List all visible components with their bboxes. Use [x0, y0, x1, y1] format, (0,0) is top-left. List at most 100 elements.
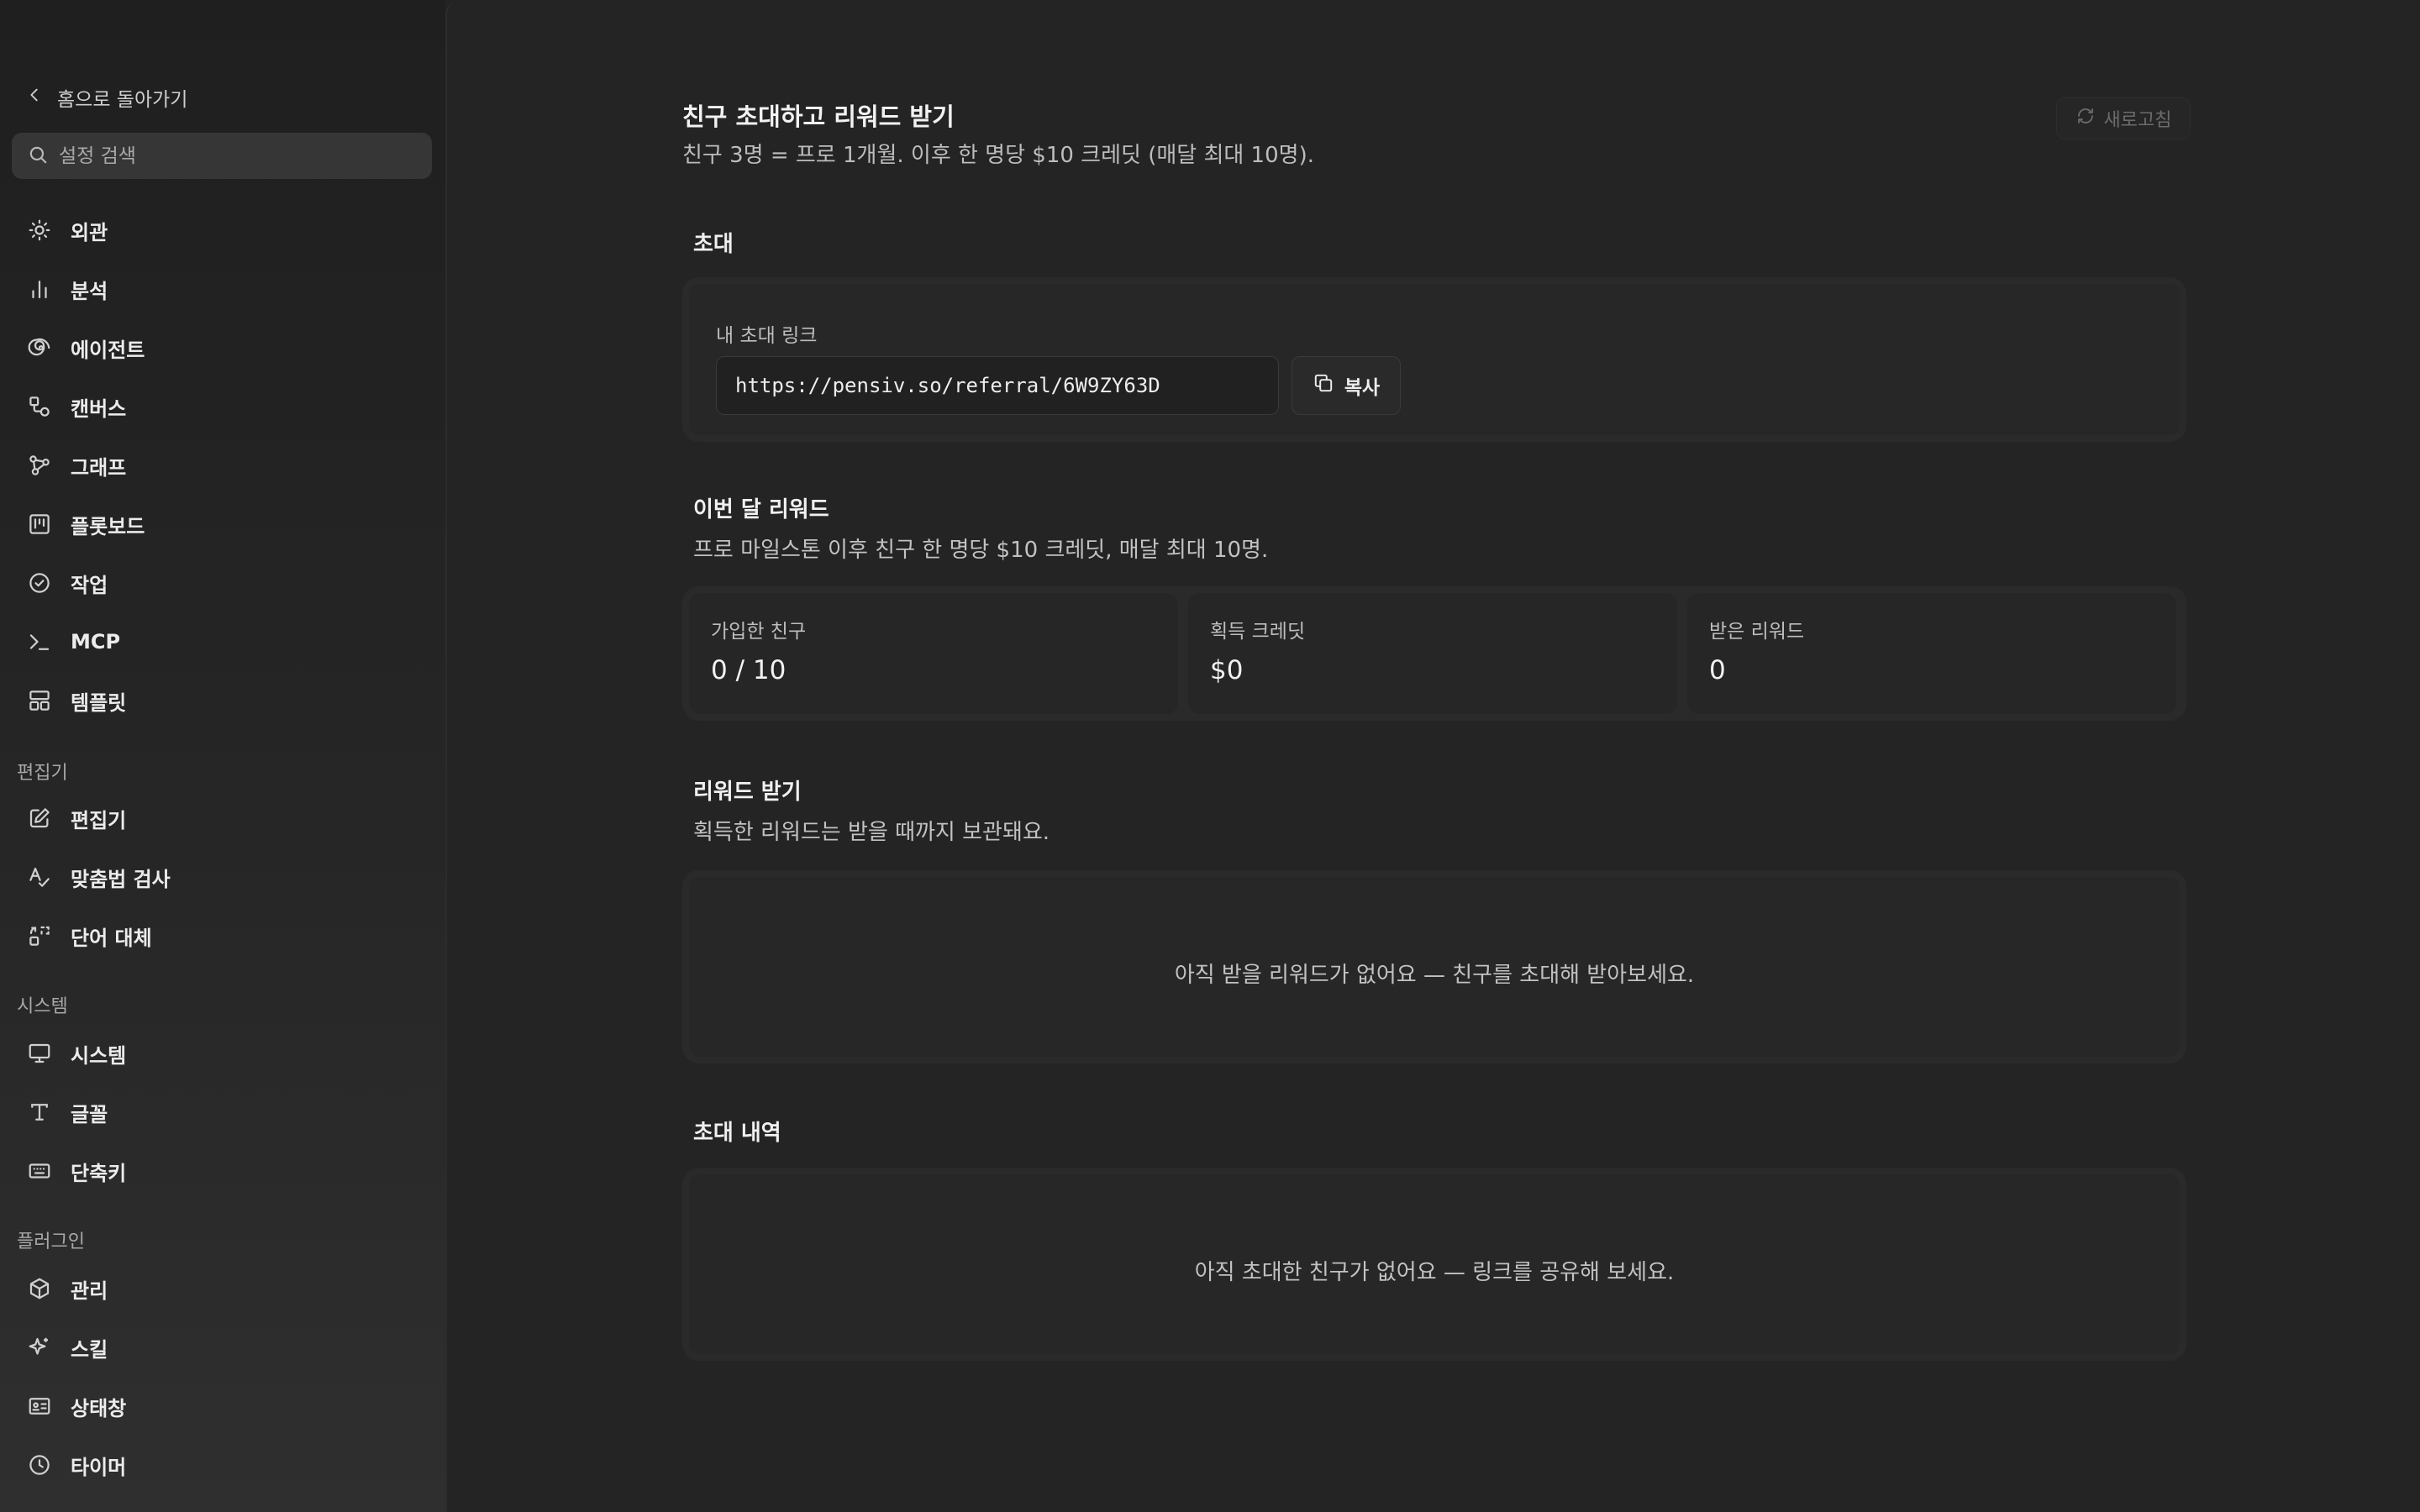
monthly-stats-card: 가입한 친구 0 / 10 획득 크레딧 $0 받은 리워드 0 — [682, 586, 2186, 721]
sun-icon — [27, 218, 52, 243]
sidebar-item-templates[interactable]: 템플릿 — [12, 677, 432, 724]
settings-search-box[interactable] — [12, 133, 432, 179]
sidebar-item-agent[interactable]: 에이전트 — [12, 324, 432, 371]
sidebar-item-graph[interactable]: 그래프 — [12, 442, 432, 489]
shapes-icon — [27, 394, 52, 419]
invite-link-label: 내 초대 링크 — [716, 325, 818, 347]
sidebar-item-label: 플롯보드 — [71, 514, 145, 538]
sidebar-item-label: 분석 — [71, 279, 108, 303]
spiral-icon — [27, 335, 52, 360]
sidebar-item-appearance[interactable]: 외관 — [12, 207, 432, 254]
sidebar-item-label: MCP — [71, 630, 121, 654]
sidebar-item-plotboard[interactable]: 플롯보드 — [12, 501, 432, 548]
monthly-rewards-description: 프로 마일스톤 이후 친구 한 명당 $10 크레딧, 매달 최대 10명. — [693, 538, 1269, 563]
edit-icon — [27, 806, 52, 831]
claim-empty-message: 아직 받을 리워드가 없어요 — 친구를 초대해 받아보세요. — [1174, 963, 1695, 988]
stat-earned-credits: 획득 크레딧 $0 — [1188, 593, 1677, 714]
sidebar-item-label: 단어 대체 — [71, 926, 152, 950]
stat-received-rewards: 받은 리워드 0 — [1687, 593, 2176, 714]
sidebar-item-timer[interactable]: 타이머 — [12, 1441, 432, 1488]
invite-link-input[interactable] — [716, 356, 1279, 415]
invite-history-title: 초대 내역 — [693, 1121, 781, 1146]
claim-rewards-card: 아직 받을 리워드가 없어요 — 친구를 초대해 받아보세요. — [682, 870, 2186, 1063]
check-circle-icon — [27, 570, 52, 596]
sidebar-item-statusbar[interactable]: 상태창 — [12, 1383, 432, 1430]
kanban-icon — [27, 512, 52, 537]
terminal-icon — [27, 629, 52, 654]
stat-label: 받은 리워드 — [1709, 621, 1805, 643]
copy-icon — [1313, 372, 1334, 399]
history-empty-message: 아직 초대한 친구가 없어요 — 링크를 공유해 보세요. — [1194, 1260, 1675, 1285]
sidebar-item-label: 관리 — [71, 1278, 108, 1303]
sidebar-item-label: 상태창 — [71, 1396, 127, 1420]
sidebar-item-label: 에이전트 — [71, 338, 145, 362]
sidebar-item-analytics[interactable]: 분석 — [12, 265, 432, 312]
type-icon — [27, 1100, 52, 1125]
back-link-label: 홈으로 돌아가기 — [57, 89, 188, 111]
sidebar-item-label: 맞춤법 검사 — [71, 867, 171, 891]
sidebar-item-canvas[interactable]: 캔버스 — [12, 383, 432, 430]
sidebar-item-label: 그래프 — [71, 455, 127, 480]
claim-rewards-description: 획득한 리워드는 받을 때까지 보관돼요. — [693, 820, 1050, 845]
chevron-left-icon — [25, 86, 44, 109]
monthly-rewards-title: 이번 달 리워드 — [693, 497, 829, 522]
refresh-icon — [2075, 106, 2096, 131]
stat-label: 획득 크레딧 — [1210, 621, 1306, 643]
layout-template-icon — [27, 688, 52, 713]
search-icon — [27, 144, 49, 169]
sidebar-item-manage[interactable]: 관리 — [12, 1265, 432, 1312]
sidebar-item-label: 단축키 — [71, 1161, 127, 1185]
sidebar-item-spellcheck[interactable]: 맞춤법 검사 — [12, 853, 432, 900]
stat-label: 가입한 친구 — [711, 621, 807, 643]
sidebar-item-label: 템플릿 — [71, 690, 127, 715]
sidebar-item-tasks[interactable]: 작업 — [12, 559, 432, 606]
sidebar-item-fonts[interactable]: 글꼴 — [12, 1089, 432, 1136]
id-card-icon — [27, 1394, 52, 1419]
monitor-icon — [27, 1041, 52, 1066]
sidebar-item-label: 작업 — [71, 573, 108, 597]
sidebar-item-editor[interactable]: 편집기 — [12, 795, 432, 842]
back-to-home-link[interactable]: 홈으로 돌아가기 — [25, 81, 187, 114]
sidebar-item-label: 스킬 — [71, 1337, 108, 1362]
stat-value: 0 — [1709, 655, 1726, 685]
sidebar-item-label: 캔버스 — [71, 396, 127, 421]
sidebar-item-word-replace[interactable]: 단어 대체 — [12, 912, 432, 959]
copy-link-button[interactable]: 복사 — [1292, 356, 1401, 415]
sidebar-section-system: 시스템 — [17, 996, 68, 1017]
sidebar-item-shortcuts[interactable]: 단축키 — [12, 1147, 432, 1194]
stat-joined-friends: 가입한 친구 0 / 10 — [689, 593, 1178, 714]
invite-history-card: 아직 초대한 친구가 없어요 — 링크를 공유해 보세요. — [682, 1168, 2186, 1361]
sidebar-item-system[interactable]: 시스템 — [12, 1030, 432, 1077]
sparkles-icon — [27, 1335, 52, 1360]
sidebar-item-label: 편집기 — [71, 808, 127, 832]
sidebar-item-label: 타이머 — [71, 1455, 127, 1479]
claim-rewards-title: 리워드 받기 — [693, 780, 802, 805]
sidebar-item-skills[interactable]: 스킬 — [12, 1324, 432, 1371]
copy-label: 복사 — [1344, 377, 1381, 399]
graph-nodes-icon — [27, 453, 52, 478]
package-icon — [27, 1276, 52, 1301]
invite-card: 내 초대 링크 복사 — [682, 277, 2186, 442]
replace-icon — [27, 923, 52, 948]
page-subtitle: 친구 3명 = 프로 1개월. 이후 한 명당 $10 크레딧 (매달 최대 1… — [682, 143, 1314, 168]
bar-chart-icon — [27, 276, 52, 302]
refresh-label: 새로고침 — [2103, 110, 2172, 131]
sidebar-section-editor: 편집기 — [17, 763, 68, 784]
sidebar-item-label: 시스템 — [71, 1043, 127, 1068]
sidebar-item-label: 외관 — [71, 220, 108, 244]
invite-section-title: 초대 — [693, 232, 734, 257]
sidebar-item-label: 글꼴 — [71, 1102, 108, 1126]
refresh-button[interactable]: 새로고침 — [2056, 97, 2191, 139]
keyboard-icon — [27, 1158, 52, 1184]
sidebar-item-mcp[interactable]: MCP — [12, 618, 432, 665]
stat-value: $0 — [1210, 655, 1244, 685]
settings-search-input[interactable] — [59, 144, 412, 167]
settings-sidebar: 홈으로 돌아가기 외관 분석 — [0, 0, 445, 1512]
stat-value: 0 / 10 — [711, 655, 786, 685]
clock-icon — [27, 1452, 52, 1478]
spell-check-icon — [27, 864, 52, 890]
settings-window: 홈으로 돌아가기 외관 분석 — [0, 0, 2420, 1512]
settings-content: 친구 초대하고 리워드 받기 친구 3명 = 프로 1개월. 이후 한 명당 $… — [445, 0, 2420, 1512]
page-title: 친구 초대하고 리워드 받기 — [682, 102, 955, 131]
sidebar-section-plugins: 플러그인 — [17, 1231, 85, 1252]
